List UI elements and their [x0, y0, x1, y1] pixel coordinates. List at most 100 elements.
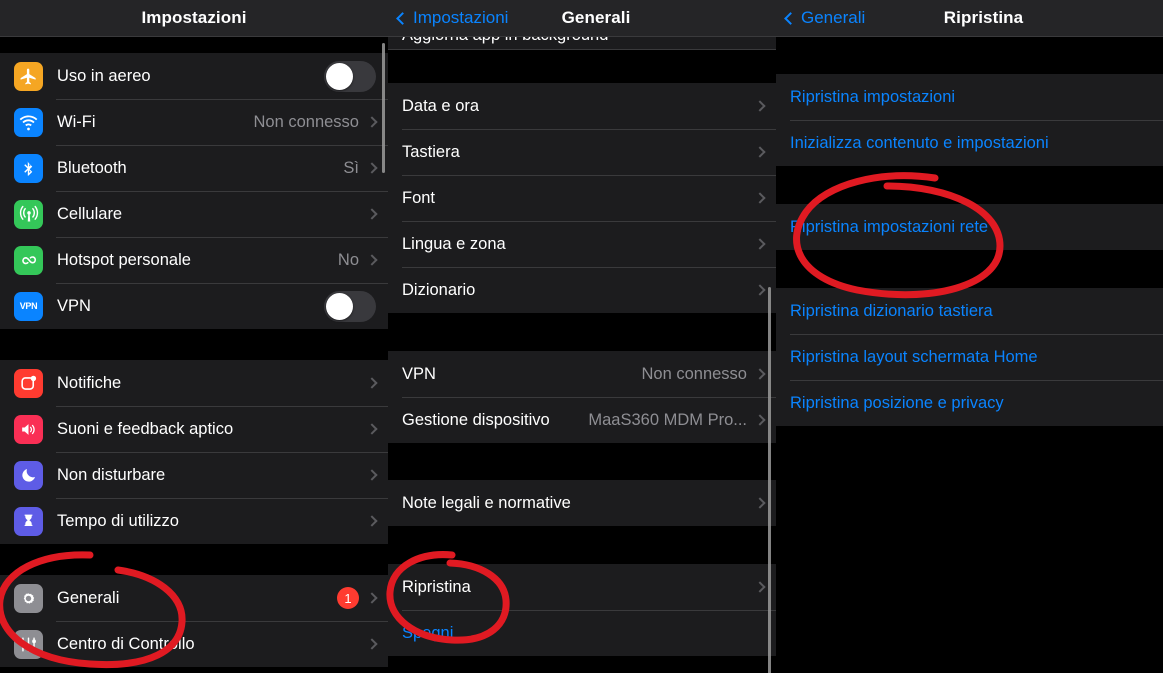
settings-group-notifications: Notifiche Suoni e feedback aptico Non di… — [0, 360, 388, 544]
sidebar-item-sounds-haptics[interactable]: Suoni e feedback aptico — [0, 406, 388, 452]
row-value: Non connesso — [253, 112, 360, 131]
page-title: Ripristina — [943, 8, 1024, 27]
chevron-left-icon — [784, 11, 797, 25]
wifi-icon — [14, 107, 43, 137]
row-label: Tastiera — [402, 142, 460, 161]
row-value: No — [337, 250, 359, 269]
sidebar-item-general[interactable]: Generali 1 — [0, 575, 388, 621]
list-item-dictionary[interactable]: Dizionario — [388, 267, 776, 313]
row-label: Cellulare — [57, 204, 123, 223]
vpn-toggle[interactable] — [324, 290, 376, 322]
sidebar-item-notifications[interactable]: Notifiche — [0, 360, 388, 406]
row-label: Dizionario — [402, 280, 476, 299]
list-item-reset-settings[interactable]: Ripristina impostazioni — [776, 74, 1163, 120]
panel-general: Impostazioni Generali Aggiorna app in ba… — [388, 0, 776, 673]
row-label: Ripristina impostazioni rete — [790, 217, 989, 236]
list-item-device-management[interactable]: Gestione dispositivo MaaS360 MDM Pro... — [388, 397, 776, 443]
row-label: VPN — [402, 364, 436, 383]
chevron-right-icon — [754, 192, 766, 204]
list-item-keyboard[interactable]: Tastiera — [388, 129, 776, 175]
general-group-network-management: VPN Non connesso Gestione dispositivo Ma… — [388, 351, 776, 443]
notifications-icon — [14, 368, 43, 398]
sidebar-item-control-center[interactable]: Centro di Controllo — [0, 621, 388, 667]
chevron-right-icon — [366, 515, 378, 527]
reset-group-misc: Ripristina dizionario tastiera Ripristin… — [776, 288, 1163, 426]
chevron-right-icon — [754, 100, 766, 112]
clipped-row-background-app-refresh[interactable]: Aggiorna app in background — [388, 37, 776, 50]
row-label: Ripristina layout schermata Home — [790, 347, 1038, 366]
sidebar-item-personal-hotspot[interactable]: Hotspot personale No — [0, 237, 388, 283]
chevron-right-icon — [366, 592, 378, 604]
settings-list: Uso in aereo Wi-Fi Non connesso Bluetoot — [0, 37, 388, 673]
sidebar-item-airplane-mode[interactable]: Uso in aereo — [0, 53, 388, 99]
row-label: Non disturbare — [57, 465, 166, 484]
list-item-date-time[interactable]: Data e ora — [388, 83, 776, 129]
list-gap — [776, 250, 1163, 288]
navbar-general: Impostazioni Generali — [388, 0, 776, 37]
chevron-right-icon — [754, 497, 766, 509]
chevron-right-icon — [366, 469, 378, 481]
list-gap — [776, 166, 1163, 204]
row-label: Ripristina — [402, 577, 471, 596]
row-label: Notifiche — [57, 373, 122, 392]
panel-reset: Generali Ripristina Ripristina impostazi… — [776, 0, 1163, 673]
list-item-language-region[interactable]: Lingua e zona — [388, 221, 776, 267]
list-item-font[interactable]: Font — [388, 175, 776, 221]
panel-settings: Impostazioni Uso in aereo Wi-Fi Non conn… — [0, 0, 388, 673]
status-badge: 1 — [337, 587, 359, 609]
reset-list: Ripristina impostazioni Inizializza cont… — [776, 37, 1163, 673]
row-label: Suoni e feedback aptico — [57, 419, 234, 438]
toggle-knob — [326, 62, 353, 90]
list-item-reset[interactable]: Ripristina — [388, 564, 776, 610]
list-gap — [776, 37, 1163, 74]
row-label: Spegni — [402, 623, 454, 642]
list-item-reset-location-privacy[interactable]: Ripristina posizione e privacy — [776, 380, 1163, 426]
sidebar-item-cellular[interactable]: Cellulare — [0, 191, 388, 237]
hotspot-icon — [14, 245, 43, 275]
sidebar-item-vpn[interactable]: VPN VPN — [0, 283, 388, 329]
three-panel-screenshot: Impostazioni Uso in aereo Wi-Fi Non conn… — [0, 0, 1163, 673]
back-button-label: Impostazioni — [413, 8, 509, 27]
list-item-reset-home-screen-layout[interactable]: Ripristina layout schermata Home — [776, 334, 1163, 380]
list-gap — [0, 37, 388, 53]
row-label: Ripristina posizione e privacy — [790, 393, 1004, 412]
general-group-legal: Note legali e normative — [388, 480, 776, 526]
list-item-vpn[interactable]: VPN Non connesso — [388, 351, 776, 397]
back-button-label: Generali — [801, 8, 866, 27]
chevron-right-icon — [366, 638, 378, 650]
sidebar-item-wifi[interactable]: Wi-Fi Non connesso — [0, 99, 388, 145]
scrollbar-general[interactable] — [768, 287, 771, 673]
sound-icon — [14, 414, 43, 444]
chevron-right-icon — [754, 368, 766, 380]
list-item-reset-keyboard-dictionary[interactable]: Ripristina dizionario tastiera — [776, 288, 1163, 334]
row-value: MaaS360 MDM Pro... — [588, 410, 747, 429]
row-label: Bluetooth — [57, 158, 127, 177]
chevron-right-icon — [754, 581, 766, 593]
list-item-shutdown[interactable]: Spegni — [388, 610, 776, 656]
back-button-generali[interactable]: Generali — [784, 0, 866, 36]
settings-group-connectivity: Uso in aereo Wi-Fi Non connesso Bluetoot — [0, 53, 388, 329]
row-label: Gestione dispositivo — [402, 410, 550, 429]
general-group-reset-shutdown: Ripristina Spegni — [388, 564, 776, 656]
control-center-icon — [14, 629, 43, 659]
list-item-erase-all-content[interactable]: Inizializza contenuto e impostazioni — [776, 120, 1163, 166]
airplane-mode-toggle[interactable] — [324, 60, 376, 92]
list-item-reset-network-settings[interactable]: Ripristina impostazioni rete — [776, 204, 1163, 250]
row-label: Aggiorna app in background — [402, 37, 608, 45]
chevron-right-icon — [366, 254, 378, 266]
list-item-legal-regulatory[interactable]: Note legali e normative — [388, 480, 776, 526]
chevron-right-icon — [366, 208, 378, 220]
page-title: Impostazioni — [141, 8, 247, 27]
list-gap — [388, 313, 776, 351]
moon-icon — [14, 460, 43, 490]
sidebar-item-do-not-disturb[interactable]: Non disturbare — [0, 452, 388, 498]
row-label: Data e ora — [402, 96, 480, 115]
back-button-impostazioni[interactable]: Impostazioni — [396, 0, 509, 36]
row-label: Wi-Fi — [57, 112, 96, 131]
row-value: Non connesso — [641, 364, 748, 383]
navbar-reset: Generali Ripristina — [776, 0, 1163, 37]
vpn-icon: VPN — [14, 291, 43, 321]
scrollbar-settings[interactable] — [382, 43, 385, 173]
sidebar-item-screen-time[interactable]: Tempo di utilizzo — [0, 498, 388, 544]
sidebar-item-bluetooth[interactable]: Bluetooth Sì — [0, 145, 388, 191]
